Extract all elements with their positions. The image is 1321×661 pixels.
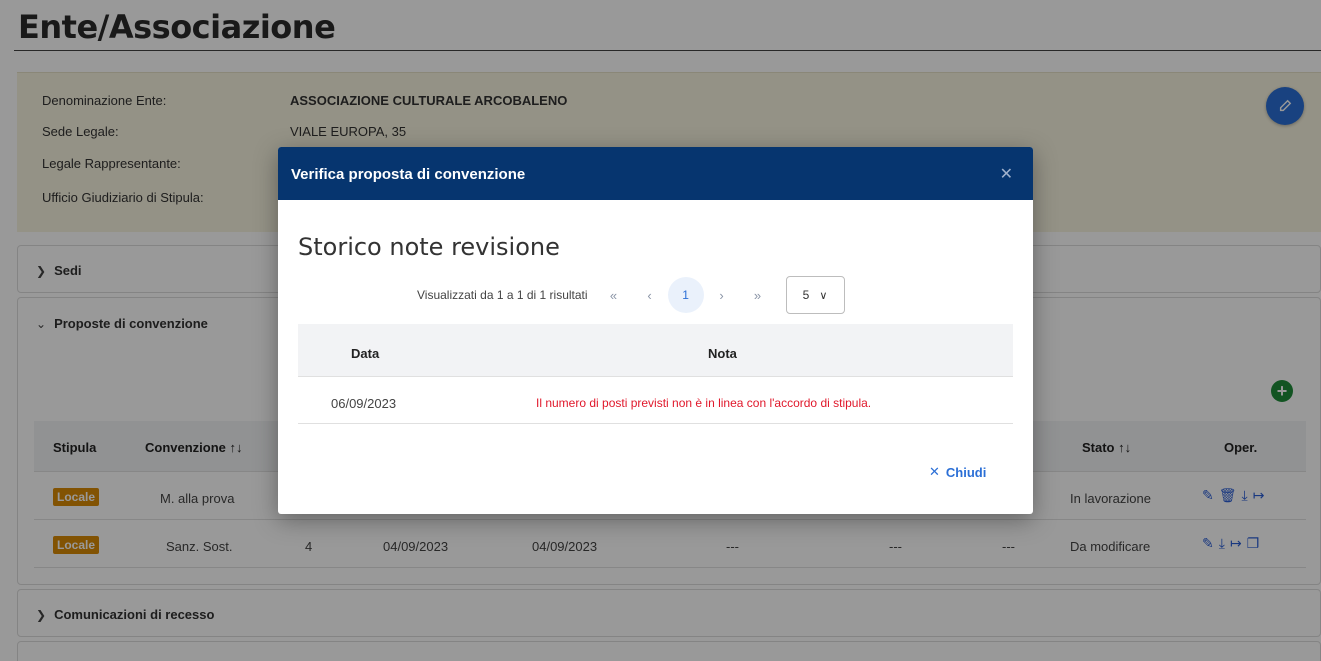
row-divider bbox=[298, 423, 1013, 424]
modal-heading: Storico note revisione bbox=[298, 233, 560, 261]
chiudi-label: Chiudi bbox=[945, 464, 987, 480]
prev-page-button[interactable]: ‹ bbox=[632, 277, 668, 313]
close-icon[interactable]: ✕ bbox=[1000, 164, 1013, 184]
verifica-modal: Verifica proposta di convenzione ✕ Stori… bbox=[278, 147, 1033, 514]
row-divider bbox=[298, 376, 1013, 377]
chiudi-button[interactable]: ✕ Chiudi bbox=[929, 464, 986, 480]
page-size-value: 5 bbox=[802, 288, 810, 302]
next-page-button[interactable]: › bbox=[704, 277, 740, 313]
first-page-button[interactable]: « bbox=[596, 277, 632, 313]
th-nota: Nota bbox=[708, 346, 737, 361]
close-icon: ✕ bbox=[929, 464, 940, 479]
chevron-down-icon: ∨ bbox=[819, 289, 828, 302]
page-size-select[interactable]: 5 ∨ bbox=[785, 276, 845, 314]
pagination-summary: Visualizzati da 1 a 1 di 1 risultati bbox=[417, 288, 588, 302]
page-button-current[interactable]: 1 bbox=[667, 277, 704, 313]
last-page-button[interactable]: » bbox=[740, 277, 776, 313]
th-data: Data bbox=[351, 346, 380, 361]
note-date: 06/09/2023 bbox=[331, 396, 397, 411]
modal-header: Verifica proposta di convenzione ✕ bbox=[278, 147, 1033, 200]
modal-title: Verifica proposta di convenzione bbox=[291, 166, 526, 183]
note-table-header bbox=[298, 324, 1013, 376]
pagination: Visualizzati da 1 a 1 di 1 risultati « ‹… bbox=[417, 275, 845, 315]
note-text: Il numero di posti previsti non è in lin… bbox=[536, 396, 872, 410]
